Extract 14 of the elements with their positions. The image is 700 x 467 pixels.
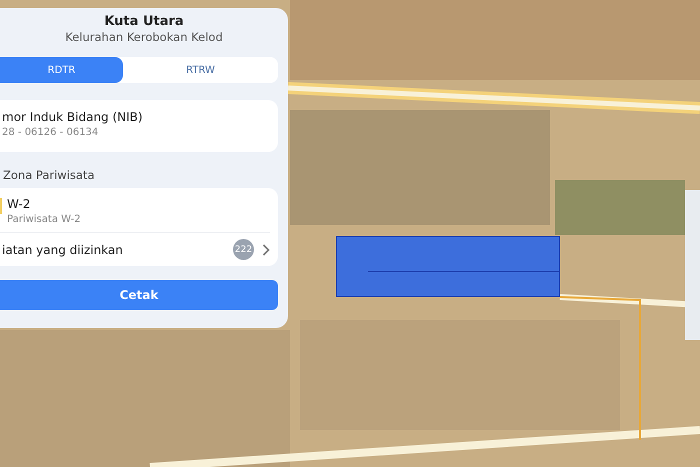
activities-row[interactable]: iatan yang diizinkan 222 bbox=[0, 233, 278, 266]
zone-code: W-2 bbox=[7, 197, 32, 211]
nib-label: mor Induk Bidang (NIB) bbox=[2, 110, 144, 124]
count-badge: 222 bbox=[233, 239, 254, 260]
zone-heading: Zona Pariwisata bbox=[3, 168, 96, 182]
zone-name: Pariwisata W-2 bbox=[7, 214, 81, 225]
nib-value: 28 - 06126 - 06134 bbox=[2, 127, 100, 138]
print-button[interactable]: Cetak bbox=[0, 280, 278, 310]
panel-title: Kuta Utara bbox=[103, 14, 185, 29]
tab[interactable]: RDTR bbox=[0, 57, 123, 83]
panel-subtitle: Kelurahan Kerobokan Kelod bbox=[64, 30, 224, 44]
highlighted-parcel[interactable] bbox=[336, 236, 560, 297]
chevron-right-icon bbox=[262, 244, 270, 256]
activities-label: iatan yang diizinkan bbox=[2, 242, 124, 256]
